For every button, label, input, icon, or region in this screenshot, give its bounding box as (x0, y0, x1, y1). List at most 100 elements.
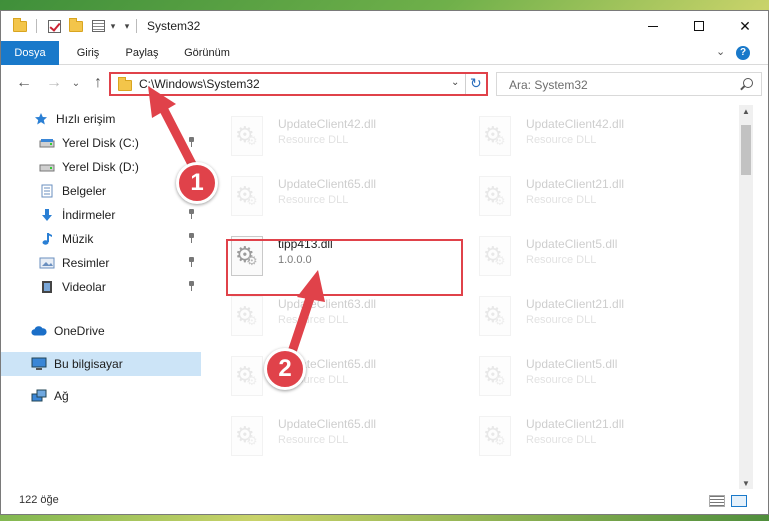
navigation-bar: ← → ⌄ ↑ C:\Windows\System32 ⌄ ↻ Ara: Sys… (1, 66, 768, 100)
folder-icon (118, 77, 132, 91)
ribbon-tabs: Dosya Giriş Paylaş Görünüm ⌄ ? (1, 41, 768, 65)
sidebar-item-label: Müzik (62, 232, 94, 246)
file-item[interactable]: UpdateClient65.dllResource DLL (225, 351, 460, 407)
explorer-window: ▾ ▾ System32 ✕ Dosya Giriş Paylaş Görünü… (0, 10, 769, 515)
scroll-up-icon[interactable]: ▲ (739, 105, 753, 119)
file-item[interactable]: UpdateClient5.dll Resource DLL (473, 351, 708, 407)
sidebar-item-onedrive[interactable]: OneDrive (1, 319, 201, 343)
sidebar-item-quick-access[interactable]: Hızlı erişim (1, 107, 201, 131)
refresh-icon[interactable]: ↻ (470, 75, 482, 92)
dll-file-icon (231, 356, 263, 396)
close-button[interactable]: ✕ (722, 11, 768, 41)
back-button[interactable]: ← (15, 74, 33, 92)
dll-file-icon (231, 116, 263, 156)
up-button[interactable]: ↑ (89, 74, 107, 92)
video-icon (39, 280, 55, 294)
tab-home[interactable]: Giriş (67, 41, 109, 65)
callout-badge-2: 2 (264, 348, 306, 390)
sidebar-item-network[interactable]: Ağ (1, 384, 201, 408)
sidebar-item-documents[interactable]: Belgeler (1, 179, 201, 203)
close-icon: ✕ (739, 17, 751, 34)
music-icon (39, 232, 55, 246)
file-list: UpdateClient42.dllResource DLLUpdateClie… (211, 105, 739, 485)
new-folder-icon[interactable] (67, 17, 85, 35)
address-dropdown-icon[interactable]: ⌄ (451, 77, 459, 88)
recent-locations-button[interactable]: ⌄ (67, 74, 85, 92)
file-item[interactable]: UpdateClient65.dllResource DLL (225, 171, 460, 227)
tab-file[interactable]: Dosya (1, 41, 59, 65)
quick-access-customize-icon[interactable]: ▾ (121, 17, 133, 35)
file-item[interactable]: UpdateClient5.dll Resource DLL (473, 231, 708, 287)
file-name: UpdateClient63.dll (278, 297, 377, 311)
file-description: Resource DLL (278, 314, 349, 326)
file-name: UpdateClient5.dll (526, 357, 618, 371)
sidebar-item-label: Belgeler (62, 184, 107, 198)
file-item[interactable]: UpdateClient63.dll Resource DLL (225, 291, 460, 347)
dll-file-icon (479, 176, 511, 216)
tab-share[interactable]: Paylaş (119, 41, 165, 65)
pin-icon (187, 137, 195, 147)
file-name: UpdateClient21.dll (526, 417, 625, 431)
file-description: Resource DLL (278, 134, 349, 146)
drive-icon (39, 160, 55, 174)
status-bar: 122 öğe (1, 489, 768, 514)
network-icon (31, 389, 47, 403)
vertical-scrollbar[interactable]: ▲ ▼ (739, 105, 753, 491)
tiles-view-icon[interactable] (731, 495, 747, 507)
window-title: System32 (147, 19, 201, 33)
documents-icon (39, 184, 55, 198)
sidebar-item-videos[interactable]: Videolar (1, 275, 201, 299)
details-view-icon[interactable] (709, 495, 725, 507)
properties-check-icon[interactable] (45, 17, 63, 35)
drive-icon (39, 136, 55, 150)
file-description: Resource DLL (526, 134, 597, 146)
dll-file-icon (479, 236, 511, 276)
maximize-button[interactable] (676, 11, 722, 41)
quick-access-dropdown-icon[interactable]: ▾ (107, 17, 119, 35)
forward-button[interactable]: → (45, 74, 63, 92)
sidebar-item-music[interactable]: Müzik (1, 227, 201, 251)
file-item[interactable]: UpdateClient21.dll Resource DLL (473, 411, 708, 467)
download-icon (39, 208, 55, 222)
sidebar-item-this-pc[interactable]: Bu bilgisayar (1, 352, 201, 376)
sidebar-item-downloads[interactable]: İndirmeler (1, 203, 201, 227)
expand-ribbon-icon[interactable]: ⌄ (716, 45, 725, 58)
divider (465, 74, 466, 94)
callout-badge-1: 1 (176, 162, 218, 204)
file-description: Resource DLL (526, 314, 597, 326)
file-name: UpdateClient42.dll (278, 117, 377, 131)
tab-view[interactable]: Görünüm (177, 41, 237, 65)
file-item[interactable]: UpdateClient21.dll Resource DLL (473, 291, 708, 347)
sidebar-item-label: Yerel Disk (C:) (62, 136, 139, 150)
customize-toolbar-icon[interactable] (89, 17, 107, 35)
title-bar: ▾ ▾ System32 ✕ (1, 11, 768, 41)
sidebar-item-label: Bu bilgisayar (54, 357, 123, 371)
up-arrow-icon: ↑ (94, 74, 102, 91)
sidebar-item-label: İndirmeler (62, 208, 116, 222)
file-description: Resource DLL (526, 194, 597, 206)
pin-icon (187, 281, 195, 291)
file-description: Resource DLL (278, 434, 349, 446)
address-path[interactable]: C:\Windows\System32 (139, 77, 260, 91)
file-item[interactable]: UpdateClient42.dll Resource DLL (473, 111, 708, 167)
sidebar-item-drive-c[interactable]: Yerel Disk (C:) (1, 131, 201, 155)
search-icon[interactable] (743, 78, 753, 88)
search-input[interactable]: Ara: System32 (496, 72, 762, 96)
scroll-thumb[interactable] (741, 125, 751, 175)
dll-file-icon (231, 176, 263, 216)
file-description: Resource DLL (526, 434, 597, 446)
item-count: 122 öğe (19, 494, 59, 506)
file-item[interactable]: UpdateClient42.dll Resource DLL (225, 111, 460, 167)
address-bar[interactable]: C:\Windows\System32 ⌄ ↻ (109, 72, 488, 96)
file-item[interactable]: UpdateClient21.dll Resource DLL (473, 171, 708, 227)
minimize-button[interactable] (630, 11, 676, 41)
divider (136, 19, 137, 33)
help-icon[interactable]: ? (736, 46, 750, 60)
file-description: Resource DLL (278, 194, 349, 206)
pin-icon (187, 233, 195, 243)
sidebar-item-pictures[interactable]: Resimler (1, 251, 201, 275)
sidebar-item-drive-d[interactable]: Yerel Disk (D:) (1, 155, 201, 179)
highlight-box (226, 239, 463, 296)
computer-icon (31, 357, 47, 371)
file-item[interactable]: UpdateClient65.dllResource DLL (225, 411, 460, 467)
